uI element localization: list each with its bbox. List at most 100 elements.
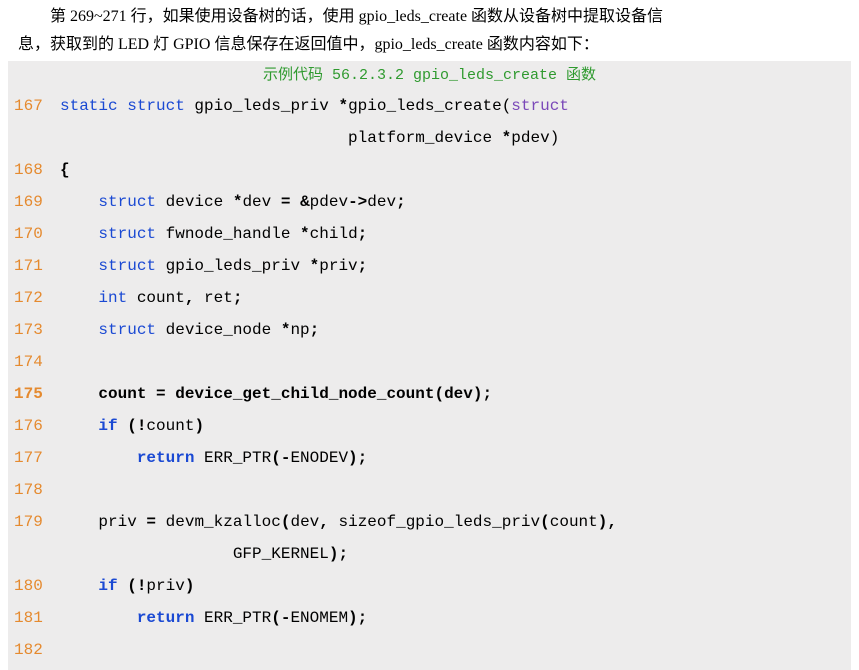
code-text: struct fwnode_handle *child; (60, 218, 851, 250)
code-text (60, 634, 851, 666)
code-text (60, 474, 851, 506)
token-identifier: count (550, 513, 598, 531)
code-line-179: 179 priv = devm_kzalloc(dev, sizeof_gpio… (8, 506, 851, 538)
token-operator: = (281, 193, 291, 211)
token-operator: (! (118, 417, 147, 435)
code-line-178: 178 (8, 474, 851, 506)
token-operator: * (281, 321, 291, 339)
line-number: 176 (8, 410, 60, 442)
token-operator: * (310, 257, 320, 275)
code-text: return ERR_PTR(-ENODEV); (60, 442, 851, 474)
line-number: 181 (8, 602, 60, 634)
code-text: static struct gpio_leds_priv *gpio_leds_… (60, 90, 851, 122)
token-keyword: struct (98, 225, 156, 243)
token-identifier: dev (242, 193, 280, 211)
token-identifier: count (127, 289, 185, 307)
token-identifier: np (290, 321, 309, 339)
code-line-168: 168 { (8, 154, 851, 186)
token-constant: ENODEV (290, 449, 348, 467)
token-keyword: struct (98, 321, 156, 339)
line-number: 178 (8, 474, 60, 506)
token-function: ERR_PTR (194, 449, 271, 467)
code-line-177: 177 return ERR_PTR(-ENODEV); (8, 442, 851, 474)
token-operator: (! (118, 577, 147, 595)
token-keyword: if (98, 577, 117, 595)
token-identifier: priv (319, 257, 357, 275)
token-param-keyword: struct (511, 97, 569, 115)
token-paren: ( (502, 97, 512, 115)
code-text: priv = devm_kzalloc(dev, sizeof_gpio_led… (60, 506, 851, 538)
code-text: if (!priv) (60, 570, 851, 602)
token-keyword: return (137, 449, 195, 467)
code-line-179b: GFP_KERNEL); (8, 538, 851, 570)
token-identifier: device_node (156, 321, 281, 339)
token-operator: * (233, 193, 243, 211)
code-text: if (!count) (60, 410, 851, 442)
token-keyword: struct (98, 257, 156, 275)
code-line-167b: platform_device *pdev) (8, 122, 851, 154)
code-text: int count, ret; (60, 282, 851, 314)
token-identifier: dev (290, 513, 319, 531)
code-text: struct device_node *np; (60, 314, 851, 346)
code-line-176: 176 if (!count) (8, 410, 851, 442)
token-operator: (- (271, 449, 290, 467)
code-text: { (60, 154, 851, 186)
token-constant: ENOMEM (290, 609, 348, 627)
token-function: gpio_leds_create (348, 97, 502, 115)
token-paren: ( (540, 513, 550, 531)
token-semicolon: ; (358, 257, 368, 275)
line-number: 180 (8, 570, 60, 602)
token-function: devm_kzalloc (156, 513, 281, 531)
code-line-169: 169 struct device *dev = &pdev->dev; (8, 186, 851, 218)
paragraph-line-1: 第 269~271 行，如果使用设备树的话，使用 gpio_leds_creat… (18, 4, 841, 30)
token-keyword: if (98, 417, 117, 435)
token-statement: count = device_get_child_node_count(dev)… (98, 385, 492, 403)
token-identifier: priv (98, 513, 146, 531)
code-line-175: 175 count = device_get_child_node_count(… (8, 378, 851, 410)
token-paren: ) (185, 577, 195, 595)
code-line-180: 180 if (!priv) (8, 570, 851, 602)
token-function: sizeof_gpio_leds_priv (329, 513, 540, 531)
token-identifier: ret (194, 289, 232, 307)
token-identifier: fwnode_handle (156, 225, 300, 243)
token-operator: * (300, 225, 310, 243)
line-number: 182 (8, 634, 60, 666)
line-number: 172 (8, 282, 60, 314)
code-line-182: 182 (8, 634, 851, 666)
token-identifier: child (310, 225, 358, 243)
code-text: struct gpio_leds_priv *priv; (60, 250, 851, 282)
token-identifier: device (156, 193, 233, 211)
line-number: 171 (8, 250, 60, 282)
code-text (60, 346, 851, 378)
paragraph-line-2: 息，获取到的 LED 灯 GPIO 信息保存在返回值中，gpio_leds_cr… (18, 32, 841, 58)
token-semicolon: ; (358, 225, 368, 243)
line-number: 179 (8, 506, 60, 538)
token-semicolon: ; (396, 193, 406, 211)
code-line-167: 167 static struct gpio_leds_priv *gpio_l… (8, 90, 851, 122)
token-comma: , (319, 513, 329, 531)
token-keyword: struct (98, 193, 156, 211)
token-constant: GFP_KERNEL (98, 545, 328, 563)
line-number: 168 (8, 154, 60, 186)
line-number: 174 (8, 346, 60, 378)
code-line-170: 170 struct fwnode_handle *child; (8, 218, 851, 250)
code-line-181: 181 return ERR_PTR(-ENOMEM); (8, 602, 851, 634)
token-keyword: static (60, 97, 118, 115)
line-number: 170 (8, 218, 60, 250)
token-paren: ); (348, 449, 367, 467)
token-keyword: struct (127, 97, 185, 115)
token-identifier: gpio_leds_priv (156, 257, 310, 275)
token-semicolon: ; (310, 321, 320, 339)
line-number: 175 (8, 378, 60, 410)
code-text: struct device *dev = &pdev->dev; (60, 186, 851, 218)
token-operator: -> (348, 193, 367, 211)
token-identifier: pdev (310, 193, 348, 211)
token-paren: ), (598, 513, 617, 531)
token-identifier: count (146, 417, 194, 435)
code-line-172: 172 int count, ret; (8, 282, 851, 314)
token-keyword: int (98, 289, 127, 307)
line-number: 173 (8, 314, 60, 346)
token-brace: { (60, 161, 70, 179)
code-caption: 示例代码 56.2.3.2 gpio_leds_create 函数 (8, 61, 851, 90)
token-comma: , (185, 289, 195, 307)
